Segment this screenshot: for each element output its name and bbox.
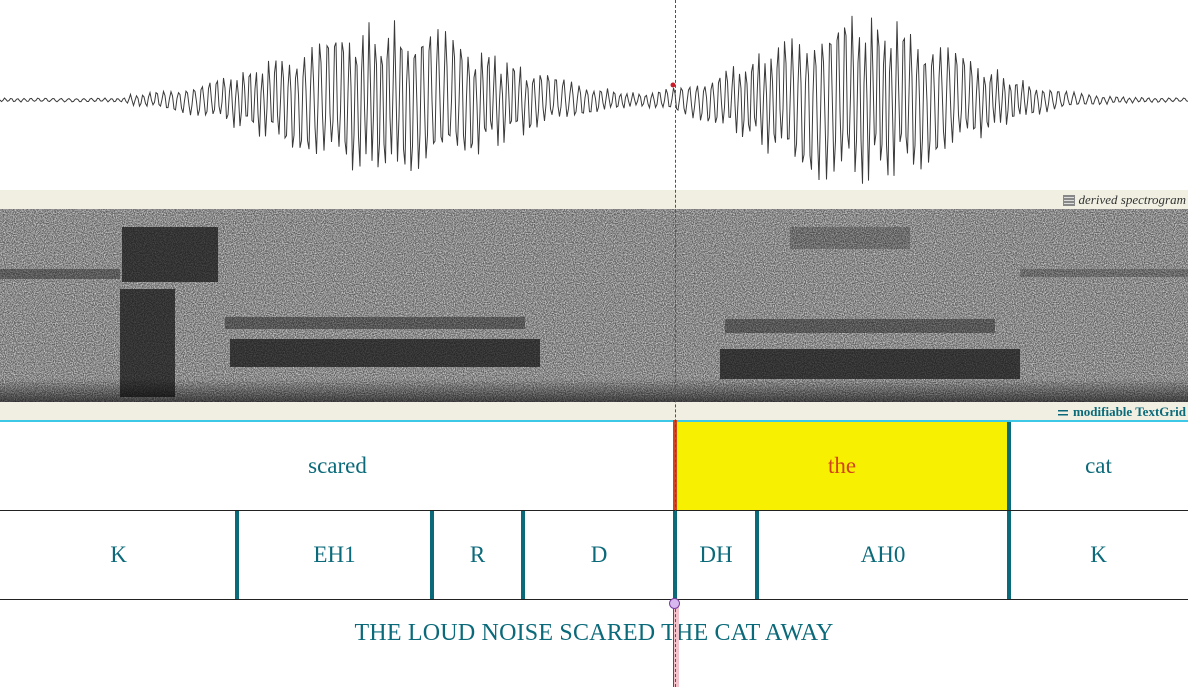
phone-interval[interactable]: AH0 bbox=[757, 511, 1009, 599]
textgrid-icon bbox=[1057, 409, 1068, 415]
sentence-transcript: THE LOUD NOISE SCARED THE CAT AWAY bbox=[354, 620, 834, 646]
spectrogram-panel[interactable] bbox=[0, 209, 1188, 402]
phone-tier[interactable]: K EH1 R D DH AH0 K bbox=[0, 510, 1188, 600]
phone-label: K bbox=[110, 542, 127, 567]
phone-label: K bbox=[1090, 542, 1107, 567]
textgrid-label-text: modifiable TextGrid bbox=[1072, 404, 1186, 419]
cursor-shadow bbox=[673, 600, 679, 687]
waveform-trace bbox=[0, 15, 1188, 184]
spectrogram-icon bbox=[1062, 194, 1075, 206]
spectrogram-label: derived spectrogram bbox=[1062, 192, 1186, 208]
word-interval-cat[interactable]: cat bbox=[1009, 422, 1188, 510]
cursor-handle[interactable] bbox=[669, 598, 680, 609]
phone-interval[interactable]: K bbox=[1009, 511, 1188, 599]
phone-label: EH1 bbox=[313, 542, 356, 567]
textgrid-header: modifiable TextGrid bbox=[0, 402, 1188, 420]
phone-interval[interactable]: EH1 bbox=[237, 511, 432, 599]
phone-boundary[interactable] bbox=[1007, 511, 1011, 599]
word-interval-scared[interactable]: scared bbox=[0, 422, 675, 510]
textgrid-label: modifiable TextGrid bbox=[1057, 404, 1186, 420]
spectrogram-label-text: derived spectrogram bbox=[1078, 192, 1186, 207]
spectrogram-image bbox=[0, 209, 1188, 402]
word-tier[interactable]: scared the cat bbox=[0, 420, 1188, 510]
word-boundary[interactable] bbox=[1007, 422, 1011, 510]
phone-boundary[interactable] bbox=[755, 511, 759, 599]
phone-boundary[interactable] bbox=[430, 511, 434, 599]
word-label: the bbox=[827, 453, 857, 478]
phone-label: DH bbox=[699, 542, 733, 567]
playback-cursor[interactable] bbox=[675, 0, 676, 687]
phone-boundary[interactable] bbox=[235, 511, 239, 599]
word-interval-the[interactable]: the bbox=[675, 422, 1009, 510]
phone-boundary[interactable] bbox=[521, 511, 525, 599]
phone-interval[interactable]: R bbox=[432, 511, 523, 599]
phone-interval[interactable]: DH bbox=[675, 511, 757, 599]
word-label: scared bbox=[308, 453, 367, 478]
textgrid-panel[interactable]: scared the cat K EH1 R D DH AH0 K THE LO… bbox=[0, 420, 1188, 687]
word-label: cat bbox=[1085, 453, 1112, 478]
phone-label: AH0 bbox=[860, 542, 906, 567]
phone-label: R bbox=[469, 542, 486, 567]
waveform-path bbox=[0, 15, 1188, 184]
phone-label: D bbox=[590, 542, 608, 567]
phone-interval[interactable]: K bbox=[0, 511, 237, 599]
phone-interval[interactable]: D bbox=[523, 511, 675, 599]
spectrogram-header: derived spectrogram bbox=[0, 190, 1188, 209]
waveform-panel[interactable] bbox=[0, 0, 1188, 190]
